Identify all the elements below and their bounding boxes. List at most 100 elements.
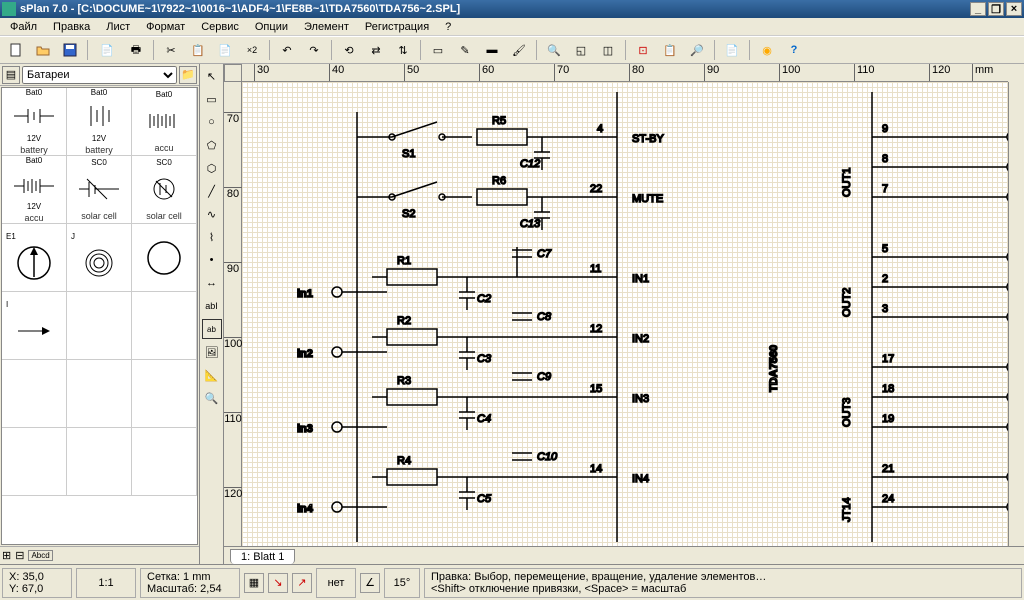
svg-text:C13: C13	[520, 218, 541, 230]
polygon-tool[interactable]: ⬡	[202, 158, 222, 178]
status-hint2: <Shift> отключение привязки, <Space> = м…	[431, 583, 1015, 595]
duplicate-button[interactable]: ×2	[240, 38, 264, 62]
menu-element[interactable]: Элемент	[298, 20, 355, 34]
svg-text:OUT2: OUT2	[841, 288, 853, 317]
image-tool[interactable]: 🖼	[202, 342, 222, 362]
rect-tool[interactable]: ▭	[202, 89, 222, 109]
lib-item[interactable]: J	[67, 224, 132, 292]
lib-item[interactable]: Bat0 12V accu	[2, 156, 67, 224]
undo-button[interactable]: ↶	[275, 38, 299, 62]
close-button[interactable]: ×	[1006, 2, 1022, 16]
svg-text:R3: R3	[397, 375, 411, 387]
window-title: sPlan 7.0 - [C:\DOCUME~1\7922~1\0016~1\A…	[20, 3, 970, 15]
lib-config-button[interactable]: ▤	[2, 66, 20, 84]
vertical-scrollbar[interactable]	[1008, 82, 1024, 546]
cut-button[interactable]: ✂	[159, 38, 183, 62]
maximize-button[interactable]: ❐	[988, 2, 1004, 16]
select-mode-button[interactable]: ⊡	[631, 38, 655, 62]
shape-tool[interactable]: ⬠	[202, 135, 222, 155]
zoom-fit-button[interactable]: ◱	[569, 38, 593, 62]
mirror-h-button[interactable]: ⇄	[364, 38, 388, 62]
pen-button[interactable]: ✎	[453, 38, 477, 62]
svg-text:MUTE: MUTE	[632, 193, 663, 205]
brush-button[interactable]: 🖌	[507, 38, 531, 62]
schematic-canvas[interactable]: 4ST-BY 22MUTE 11IN1 12IN2 15IN3 14IN4 TD…	[242, 82, 1008, 546]
label-tool[interactable]: ab	[202, 319, 222, 339]
lib-item[interactable]: Bat0 12V battery	[67, 88, 132, 156]
svg-text:R6: R6	[492, 175, 506, 187]
save-button[interactable]	[58, 38, 82, 62]
list-button[interactable]: 📋	[658, 38, 682, 62]
align-button[interactable]: ▭	[426, 38, 450, 62]
text-tool[interactable]: abI	[202, 296, 222, 316]
svg-text:ST-BY: ST-BY	[632, 133, 664, 145]
curve-tool[interactable]: ∿	[202, 204, 222, 224]
lib-item[interactable]: I	[2, 292, 67, 360]
lib-align-left-icon[interactable]: ⊞	[2, 549, 11, 562]
lib-item[interactable]: Bat0 accu	[132, 88, 197, 156]
svg-text:2: 2	[882, 273, 888, 285]
minimize-button[interactable]: _	[970, 2, 986, 16]
lib-item[interactable]: Bat0 12V battery	[2, 88, 67, 156]
lib-item[interactable]: SC0 solar cell	[132, 156, 197, 224]
page-settings-button[interactable]: 📄	[720, 38, 744, 62]
svg-text:IN2: IN2	[632, 333, 649, 345]
options-button[interactable]: ◉	[755, 38, 779, 62]
svg-text:TDA7560: TDA7560	[768, 345, 780, 392]
open-button[interactable]	[31, 38, 55, 62]
bezier-tool[interactable]: ⌇	[202, 227, 222, 247]
snap2-button[interactable]: ↗	[292, 573, 312, 593]
angle-button[interactable]: ∠	[360, 573, 380, 593]
lib-align-center-icon[interactable]: ⊟	[15, 549, 24, 562]
svg-text:11: 11	[590, 263, 601, 275]
menu-help[interactable]: ?	[439, 20, 457, 34]
snap-button[interactable]: ↘	[268, 573, 288, 593]
menubar: Файл Правка Лист Формат Сервис Опции Эле…	[0, 18, 1024, 36]
zoom-elements-button[interactable]: ◫	[596, 38, 620, 62]
lib-item[interactable]	[132, 224, 197, 292]
pointer-tool[interactable]: ↖	[202, 66, 222, 86]
new-button[interactable]	[4, 38, 28, 62]
svg-text:IN1: IN1	[632, 273, 649, 285]
menu-sheet[interactable]: Лист	[100, 20, 136, 34]
redo-button[interactable]: ↷	[302, 38, 326, 62]
menu-file[interactable]: Файл	[4, 20, 43, 34]
menu-options[interactable]: Опции	[249, 20, 294, 34]
lib-item[interactable]	[67, 292, 132, 360]
measure-tool[interactable]: 📐	[202, 365, 222, 385]
print-button[interactable]: 🖶	[124, 38, 148, 62]
search-button[interactable]: 🔎	[685, 38, 709, 62]
help-button[interactable]: ?	[782, 38, 806, 62]
sheet-tab[interactable]: 1: Blatt 1	[230, 549, 295, 564]
lib-item[interactable]	[132, 292, 197, 360]
circle-tool[interactable]: ○	[202, 112, 222, 132]
svg-text:in2: in2	[297, 348, 313, 360]
zoom-tool[interactable]: 🔍	[202, 388, 222, 408]
menu-format[interactable]: Формат	[140, 20, 191, 34]
line-tool[interactable]: ╱	[202, 181, 222, 201]
export-button[interactable]: 📄	[93, 38, 121, 62]
zoom-window-button[interactable]: 🔍	[542, 38, 566, 62]
paste-button[interactable]: 📄	[213, 38, 237, 62]
library-category-select[interactable]: Батареи	[22, 66, 177, 84]
copy-button[interactable]: 📋	[186, 38, 210, 62]
mirror-v-button[interactable]: ⇅	[391, 38, 415, 62]
lib-browse-button[interactable]: 📁	[179, 66, 197, 84]
dimension-tool[interactable]: ↔	[202, 273, 222, 293]
svg-text:in4: in4	[297, 503, 314, 515]
rotate-button[interactable]: ⟲	[337, 38, 361, 62]
lib-item[interactable]: E1	[2, 224, 67, 292]
svg-text:IN4: IN4	[632, 473, 649, 485]
menu-registration[interactable]: Регистрация	[359, 20, 435, 34]
lib-label-icon[interactable]: Abcd	[28, 550, 52, 561]
lib-item[interactable]: SC0 solar cell	[67, 156, 132, 224]
menu-edit[interactable]: Правка	[47, 20, 96, 34]
fill-button[interactable]: ▬	[480, 38, 504, 62]
junction-tool[interactable]: •	[202, 250, 222, 270]
ruler-origin[interactable]	[224, 64, 242, 82]
svg-text:9: 9	[882, 123, 888, 135]
svg-text:C2: C2	[477, 293, 491, 305]
statusbar: X: 35,0 Y: 67,0 1:1 Сетка: 1 mm Масштаб:…	[0, 564, 1024, 600]
grid-toggle-button[interactable]: ▦	[244, 573, 264, 593]
menu-service[interactable]: Сервис	[195, 20, 245, 34]
